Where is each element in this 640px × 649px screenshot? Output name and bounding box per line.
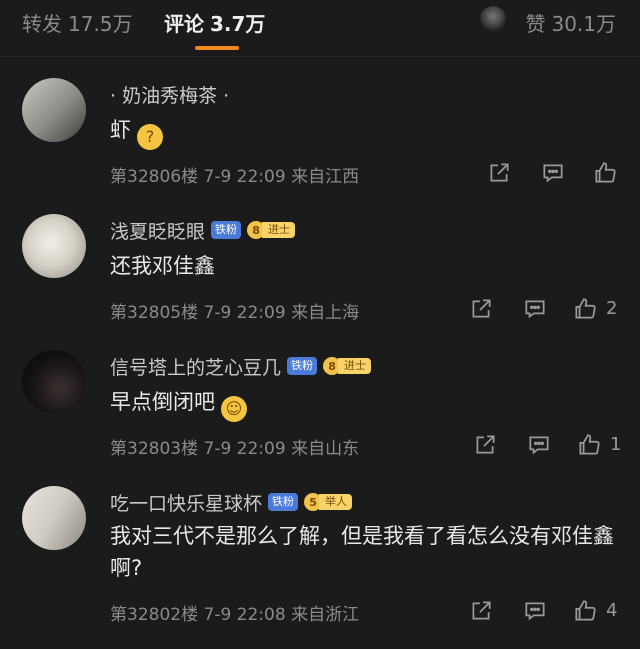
floor-number: 第32806楼 bbox=[110, 167, 199, 187]
thumbs-up-icon[interactable] bbox=[572, 598, 598, 624]
thumbs-up-icon[interactable] bbox=[576, 432, 602, 458]
like-count: 4 bbox=[606, 600, 618, 621]
comment-meta: 第32806楼 7-9 22:09 来自江西 bbox=[110, 162, 359, 187]
comment-text-content: 虾 bbox=[110, 118, 131, 142]
comment-location: 来自山东 bbox=[291, 439, 360, 459]
comment-item: · 奶油秀梅茶 · 虾? 第32806楼 7-9 22:09 来自江西 bbox=[0, 78, 640, 190]
comment-text: 早点倒闭吧 ☺ bbox=[110, 386, 615, 422]
rank-title: 举人 bbox=[319, 494, 353, 510]
tab-comments-label: 评论 bbox=[164, 12, 204, 36]
share-icon[interactable] bbox=[472, 432, 498, 458]
floor-number: 第32805楼 bbox=[110, 303, 199, 323]
commenter-name[interactable]: · 奶油秀梅茶 · bbox=[110, 81, 229, 108]
tab-comments[interactable]: 评论 3.7万 bbox=[164, 8, 265, 37]
avatar[interactable] bbox=[22, 350, 86, 414]
comment-location: 来自浙江 bbox=[291, 605, 360, 625]
comment-text: 我对三代不是那么了解，但是我看了看怎么没有邓佳鑫啊? bbox=[110, 524, 614, 580]
comment-text: 还我邓佳鑫 bbox=[110, 254, 215, 278]
avatar[interactable] bbox=[22, 78, 86, 142]
comment-text-content: 早点倒闭吧 bbox=[110, 390, 215, 414]
surprised-face-icon: ? bbox=[137, 124, 163, 150]
comment-location: 来自上海 bbox=[291, 303, 360, 323]
tab-repost-count: 17.5万 bbox=[68, 12, 133, 36]
comment-text: 虾? bbox=[110, 114, 615, 150]
tab-comments-count: 3.7万 bbox=[210, 12, 266, 36]
rank-title: 进士 bbox=[338, 358, 372, 374]
tab-likes-count: 30.1万 bbox=[551, 12, 616, 36]
comment-meta: 第32803楼 7-9 22:09 来自山东 bbox=[110, 434, 359, 459]
tab-likes[interactable]: 赞 30.1万 bbox=[525, 8, 616, 37]
comment-time: 7-9 22:09 bbox=[203, 303, 286, 323]
thumbs-up-icon[interactable] bbox=[572, 296, 598, 322]
tab-repost[interactable]: 转发 17.5万 bbox=[22, 8, 133, 37]
fan-badge: 铁粉 bbox=[211, 221, 242, 239]
smile-face-icon: ☺ bbox=[221, 396, 247, 422]
rank-badge: 5 举人 bbox=[304, 493, 353, 511]
share-icon[interactable] bbox=[468, 598, 494, 624]
rank-badge: 8 进士 bbox=[323, 357, 372, 375]
comment-meta: 第32805楼 7-9 22:09 来自上海 bbox=[110, 298, 359, 323]
reply-icon[interactable] bbox=[526, 432, 552, 458]
reply-icon[interactable] bbox=[522, 598, 548, 624]
fan-badge: 铁粉 bbox=[287, 357, 318, 375]
commenter-name[interactable]: 浅夏眨眨眼 bbox=[110, 217, 205, 244]
comment-tabs-bar: 转发 17.5万 评论 3.7万 赞 30.1万 bbox=[0, 0, 640, 57]
active-tab-indicator bbox=[195, 46, 239, 50]
comment-time: 7-9 22:09 bbox=[203, 167, 286, 187]
comment-time: 7-9 22:08 bbox=[203, 605, 286, 625]
share-icon[interactable] bbox=[468, 296, 494, 322]
share-icon[interactable] bbox=[486, 160, 512, 186]
comment-item: 信号塔上的芝心豆几 铁粉 8 进士 早点倒闭吧 ☺ 第32803楼 7-9 22:… bbox=[0, 350, 640, 462]
comment-location: 来自江西 bbox=[291, 167, 360, 187]
like-count: 1 bbox=[610, 434, 622, 455]
thumbs-up-icon[interactable] bbox=[592, 160, 618, 186]
tab-likes-label: 赞 bbox=[525, 12, 546, 36]
commenter-name[interactable]: 信号塔上的芝心豆几 bbox=[110, 353, 281, 380]
like-count: 2 bbox=[606, 298, 618, 319]
reply-icon[interactable] bbox=[540, 160, 566, 186]
avatar[interactable] bbox=[22, 486, 86, 550]
comment-time: 7-9 22:09 bbox=[203, 439, 286, 459]
commenter-name[interactable]: 吃一口快乐星球杯 bbox=[110, 489, 262, 516]
reply-icon[interactable] bbox=[522, 296, 548, 322]
rank-title: 进士 bbox=[262, 222, 296, 238]
comment-meta: 第32802楼 7-9 22:08 来自浙江 bbox=[110, 600, 359, 625]
comment-item: 浅夏眨眨眼 铁粉 8 进士 还我邓佳鑫 第32805楼 7-9 22:09 来自… bbox=[0, 214, 640, 326]
liker-avatar[interactable] bbox=[480, 6, 506, 32]
floor-number: 第32803楼 bbox=[110, 439, 199, 459]
fan-badge: 铁粉 bbox=[268, 493, 299, 511]
tab-repost-label: 转发 bbox=[22, 12, 62, 36]
comment-item: 吃一口快乐星球杯 铁粉 5 举人 我对三代不是那么了解，但是我看了看怎么没有邓佳… bbox=[0, 486, 640, 636]
rank-badge: 8 进士 bbox=[247, 221, 296, 239]
avatar[interactable] bbox=[22, 214, 86, 278]
floor-number: 第32802楼 bbox=[110, 605, 199, 625]
